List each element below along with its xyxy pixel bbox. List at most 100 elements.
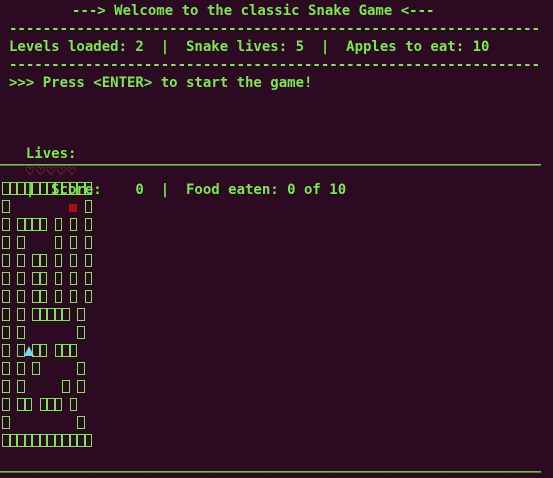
wall-block [32, 218, 40, 231]
wall-block [2, 398, 10, 411]
wall-block [17, 290, 25, 303]
wall-block [2, 200, 10, 213]
wall-block [39, 182, 47, 195]
wall-block [2, 380, 10, 393]
wall-block [24, 434, 32, 447]
wall-block [32, 308, 40, 321]
wall-block [84, 182, 92, 195]
wall-block [32, 182, 40, 195]
wall-block [69, 398, 77, 411]
wall-block [47, 434, 55, 447]
wall-block [54, 236, 62, 249]
wall-block [84, 218, 92, 231]
apple-icon [68, 204, 77, 212]
wall-block [54, 218, 62, 231]
wall-block [69, 272, 77, 285]
wall-block [54, 182, 62, 195]
wall-block [77, 308, 85, 321]
wall-block [77, 434, 85, 447]
wall-block [2, 326, 10, 339]
start-prompt: >>> Press <ENTER> to start the game! [9, 75, 313, 91]
wall-block [84, 200, 92, 213]
wall-block [32, 272, 40, 285]
board-top-divider: ________________________________________… [0, 150, 541, 166]
wall-block [24, 218, 32, 231]
wall-block [2, 362, 10, 375]
wall-block [17, 362, 25, 375]
wall-block [62, 182, 70, 195]
wall-block [69, 254, 77, 267]
wall-block [39, 254, 47, 267]
wall-block [69, 434, 77, 447]
wall-block [2, 254, 10, 267]
wall-block [69, 218, 77, 231]
wall-block [54, 290, 62, 303]
wall-block [2, 272, 10, 285]
wall-block [17, 182, 25, 195]
wall-block [2, 416, 10, 429]
wall-block [17, 272, 25, 285]
wall-block [47, 308, 55, 321]
wall-block [17, 380, 25, 393]
wall-block [39, 272, 47, 285]
wall-block [62, 344, 70, 357]
wall-block [54, 398, 62, 411]
wall-block [39, 308, 47, 321]
wall-block [32, 344, 40, 357]
wall-block [54, 308, 62, 321]
wall-block [17, 236, 25, 249]
wall-block [17, 308, 25, 321]
wall-block [69, 344, 77, 357]
wall-block [62, 380, 70, 393]
wall-block [69, 290, 77, 303]
status-bar: Lives: ♡♡♡♡♡ | Score: 0 | Food eaten: 0 … [9, 127, 346, 198]
wall-block [32, 362, 40, 375]
wall-block [39, 290, 47, 303]
board-bottom-divider: ________________________________________… [0, 457, 541, 473]
game-info: Levels loaded: 2 | Snake lives: 5 | Appl… [9, 39, 490, 55]
wall-block [84, 236, 92, 249]
wall-block [77, 380, 85, 393]
wall-block [77, 416, 85, 429]
game-title: ---> Welcome to the classic Snake Game <… [72, 3, 435, 19]
wall-block [39, 218, 47, 231]
wall-block [54, 344, 62, 357]
wall-block [62, 308, 70, 321]
wall-block [84, 434, 92, 447]
wall-block [47, 398, 55, 411]
wall-block [17, 218, 25, 231]
wall-block [32, 290, 40, 303]
separator-line: ----------------------------------------… [9, 21, 541, 37]
wall-block [77, 326, 85, 339]
wall-block [77, 362, 85, 375]
wall-block [17, 398, 25, 411]
wall-block [17, 434, 25, 447]
wall-block [84, 290, 92, 303]
wall-block [2, 182, 10, 195]
wall-block [54, 254, 62, 267]
wall-block [2, 218, 10, 231]
wall-block [17, 326, 25, 339]
wall-block [9, 182, 17, 195]
wall-block [54, 272, 62, 285]
wall-block [17, 254, 25, 267]
wall-block [32, 254, 40, 267]
wall-block [62, 434, 70, 447]
wall-block [84, 254, 92, 267]
wall-block [24, 398, 32, 411]
wall-block [2, 236, 10, 249]
wall-block [39, 344, 47, 357]
wall-block [39, 398, 47, 411]
wall-block [9, 434, 17, 447]
wall-block [69, 236, 77, 249]
wall-block [77, 182, 85, 195]
wall-block [39, 434, 47, 447]
separator-line: ----------------------------------------… [9, 57, 541, 73]
wall-block [84, 272, 92, 285]
wall-block [24, 182, 32, 195]
wall-block [54, 434, 62, 447]
wall-block [69, 182, 77, 195]
wall-block [2, 434, 10, 447]
wall-block [2, 344, 10, 357]
wall-block [32, 434, 40, 447]
